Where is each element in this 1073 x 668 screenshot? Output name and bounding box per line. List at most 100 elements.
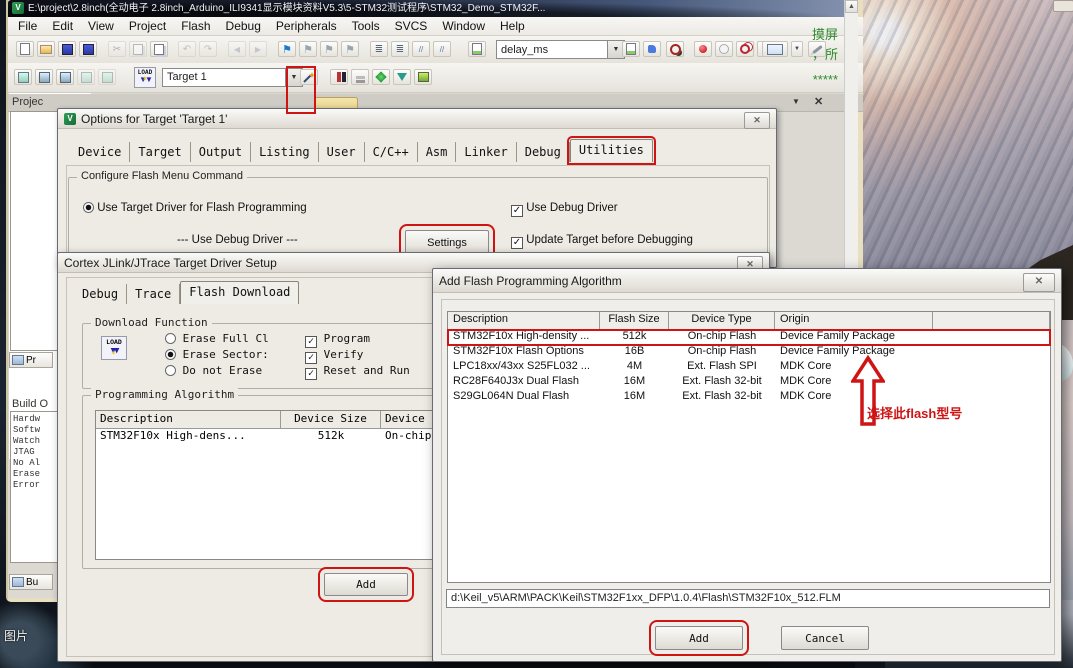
target-selector-value[interactable]: Target 1 [162,68,286,87]
global-search-icon[interactable] [666,41,684,57]
menu-edit[interactable]: Edit [52,19,73,33]
insert-bookmark-icon[interactable] [278,41,296,57]
tab-cc[interactable]: C/C++ [365,142,418,162]
indent-icon[interactable] [370,41,388,57]
navigate-forward-icon[interactable] [249,41,267,57]
translate-icon[interactable] [14,69,32,85]
add-dialog-close-button[interactable]: ✕ [1023,273,1055,292]
navigate-back-icon[interactable] [228,41,246,57]
batch-build-icon[interactable] [77,69,95,85]
erase-sectors-radio[interactable] [165,349,176,360]
search-input[interactable] [496,40,608,59]
table-row[interactable]: LPC18xx/43xx S25FL032 ... 4M Ext. Flash … [448,360,1050,375]
flash-file-path[interactable]: d:\Keil_v5\ARM\PACK\Keil\STM32F1xx_DFP\1… [446,589,1050,608]
rebuild-icon[interactable] [56,69,74,85]
tab-flash-download[interactable]: Flash Download [180,281,299,304]
menu-file[interactable]: File [18,19,37,33]
table-row[interactable]: RC28F640J3x Dual Flash 16M Ext. Flash 32… [448,375,1050,390]
copy-icon[interactable] [129,41,147,57]
menu-flash[interactable]: Flash [181,19,210,33]
grep-icon[interactable] [643,41,661,57]
build-icon[interactable] [35,69,53,85]
editor-tabs-dropdown-icon[interactable]: ▼ [792,97,800,106]
menu-project[interactable]: Project [129,19,166,33]
paste-icon[interactable] [150,41,168,57]
tab-linker[interactable]: Linker [456,142,516,162]
menu-debug[interactable]: Debug [226,19,261,33]
manage-books-icon[interactable] [372,69,390,85]
redo-icon[interactable] [199,41,217,57]
tab-debug[interactable]: Debug [517,142,570,162]
new-file-icon[interactable] [16,41,34,57]
prev-bookmark-icon[interactable] [299,41,317,57]
outdent-icon[interactable] [391,41,409,57]
table-row-stm32f10x-high-density[interactable]: STM32F10x High-density ... 512k On-chip … [448,330,1050,345]
window-list-dropdown-icon[interactable]: ▼ [791,41,803,57]
options-dialog-titlebar[interactable]: V Options for Target 'Target 1' [58,109,776,129]
menu-peripherals[interactable]: Peripherals [276,19,337,33]
comment-icon[interactable] [412,41,430,57]
tab-target[interactable]: Target [130,142,190,162]
tab-user[interactable]: User [319,142,365,162]
save-icon[interactable] [58,41,76,57]
next-bookmark-icon[interactable] [320,41,338,57]
uncomment-icon[interactable] [433,41,451,57]
manage-run-environment-icon[interactable] [330,69,348,85]
use-target-driver-radio[interactable] [83,202,94,213]
menu-view[interactable]: View [88,19,114,33]
erase-full-chip-radio[interactable] [165,333,176,344]
clear-bookmarks-icon[interactable] [341,41,359,57]
jlink-add-button[interactable]: Add [324,573,408,596]
disable-breakpoint-icon[interactable] [715,41,733,57]
cancel-button[interactable]: Cancel [781,626,869,650]
col-device-size[interactable]: Device Size [281,411,381,428]
toggle-breakpoint-icon[interactable] [694,41,712,57]
project-tree[interactable] [10,111,60,351]
do-not-erase-radio[interactable] [165,365,176,376]
background-window-control[interactable] [1053,0,1073,12]
menu-window[interactable]: Window [442,19,485,33]
flash-algorithm-table[interactable]: Description Flash Size Device Type Origi… [447,311,1051,583]
tab-device[interactable]: Device [70,142,130,162]
build-output-log[interactable]: Hardw Softw Watch JTAG No Al Erase Error [10,411,59,563]
undo-icon[interactable] [178,41,196,57]
editor-close-icon[interactable]: ✕ [814,95,823,108]
download-to-flash-icon[interactable]: LOAD ▼▼ ✶ [134,67,156,88]
reset-and-run-checkbox[interactable]: ✓ [305,368,317,380]
tab-jlink-debug[interactable]: Debug [74,284,127,304]
find-in-files-icon[interactable] [622,41,640,57]
tab-utilities[interactable]: Utilities [570,139,653,162]
table-row[interactable]: STM32F10x Flash Options 16B On-chip Flas… [448,345,1050,360]
open-file-icon[interactable] [37,41,55,57]
project-panel-tab[interactable]: Pr [9,352,53,368]
add-button[interactable]: Add [655,626,743,650]
window-list-icon[interactable] [762,41,788,57]
col-origin[interactable]: Origin [775,312,933,329]
edit-find-icon[interactable] [468,41,486,57]
tab-asm[interactable]: Asm [418,142,457,162]
col-device-type[interactable]: Device Type [669,312,775,329]
verify-checkbox[interactable]: ✓ [305,352,317,364]
tab-output[interactable]: Output [191,142,251,162]
cut-icon[interactable] [108,41,126,57]
update-target-checkbox[interactable]: ✓ [511,237,523,249]
add-dialog-titlebar[interactable]: Add Flash Programming Algorithm [433,269,1061,293]
disable-all-breakpoints-icon[interactable] [736,41,754,57]
window-titlebar[interactable]: V E:\project\2.8inch(全动电子 2.8inch_Arduin… [8,0,858,17]
function-filter-icon[interactable] [393,69,411,85]
tab-jlink-trace[interactable]: Trace [127,284,180,304]
col-flash-size[interactable]: Flash Size [600,312,669,329]
col-description[interactable]: Description [96,411,281,428]
build-output-tab[interactable]: Bu [9,574,53,590]
pack-installer-icon[interactable] [414,69,432,85]
menu-help[interactable]: Help [500,19,525,33]
menu-tools[interactable]: Tools [352,19,380,33]
desktop-icon-label[interactable]: 图片 [4,627,28,644]
col-description[interactable]: Description [448,312,600,329]
file-extensions-icon[interactable] [351,69,369,85]
tab-listing[interactable]: Listing [251,142,319,162]
options-close-button[interactable]: ✕ [744,112,770,129]
stop-build-icon[interactable] [98,69,116,85]
menu-svcs[interactable]: SVCS [395,19,428,33]
use-debug-driver-checkbox[interactable]: ✓ [511,205,523,217]
